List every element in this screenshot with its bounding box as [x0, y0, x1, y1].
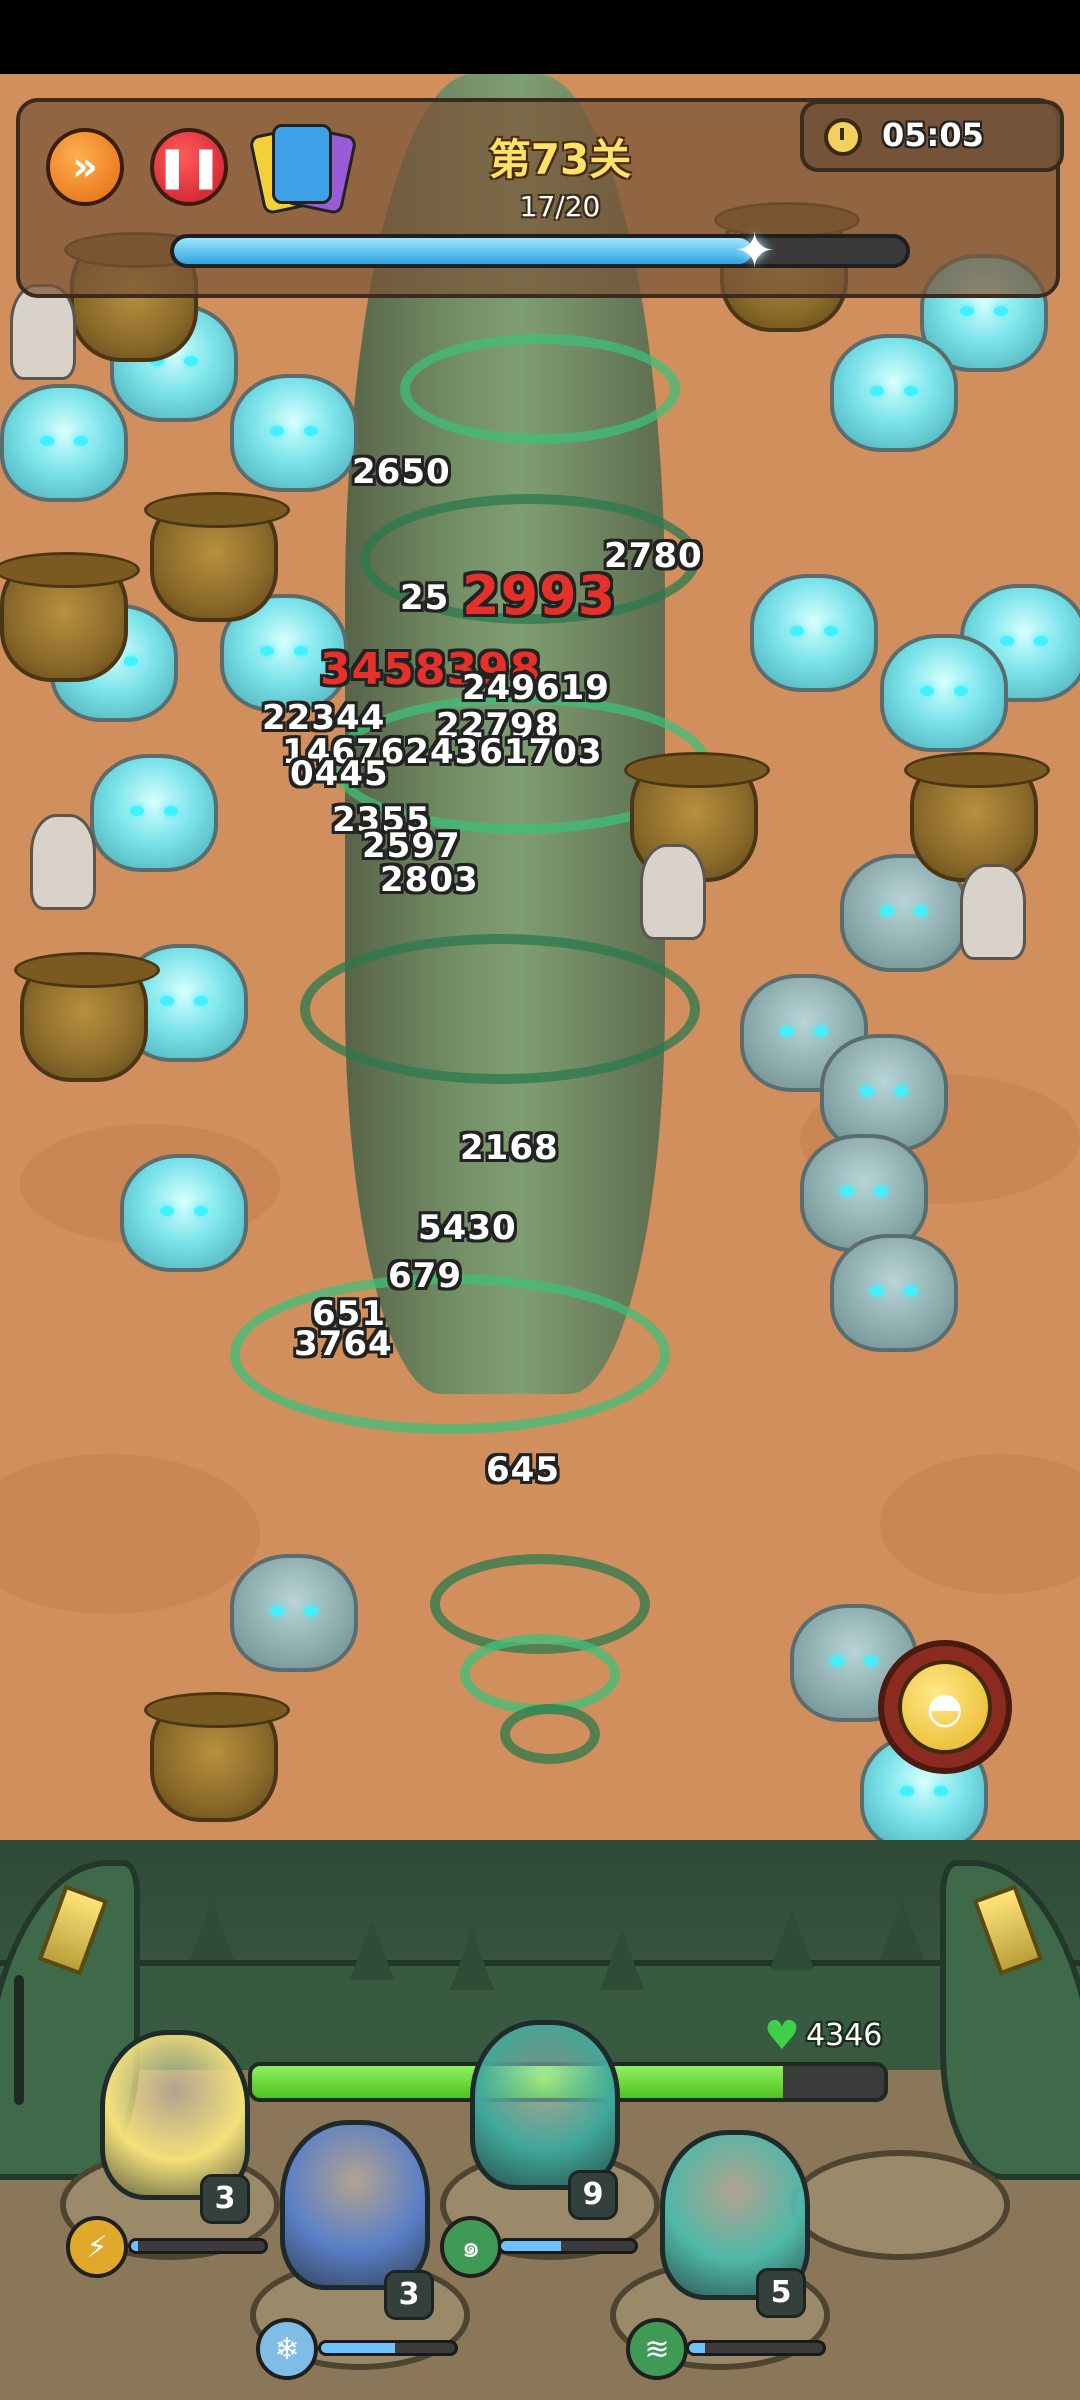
wave-progress-bar	[170, 234, 910, 268]
crystal-golem-enemy	[0, 384, 128, 502]
wall-thorn	[190, 1900, 234, 1960]
crystal-golem-enemy	[880, 634, 1008, 752]
side-swipe-handle[interactable]	[14, 1975, 24, 2105]
damage-number: 25	[400, 578, 450, 618]
level-title: 第73关	[488, 135, 632, 184]
damage-number: 2803	[380, 860, 479, 900]
hero-energy-bar	[318, 2340, 458, 2356]
stone-golem-enemy	[230, 1554, 358, 1672]
bandit-enemy	[14, 952, 160, 1082]
timer-text: 05:05	[882, 116, 984, 154]
pause-icon: ❚❚	[155, 144, 223, 190]
hero-level-badge: 9	[568, 2170, 618, 2220]
hero-level-badge: 3	[200, 2174, 250, 2224]
hero-wind-spirit[interactable]	[470, 2020, 620, 2190]
bandit-enemy	[904, 752, 1050, 882]
crystal-golem-enemy	[120, 1154, 248, 1272]
hero-energy-fill	[131, 2241, 138, 2251]
mini-tornado	[460, 1634, 620, 1714]
wall-thorn	[450, 1930, 494, 1990]
damage-number: 5430	[418, 1208, 517, 1248]
hero-energy-bar	[498, 2238, 638, 2254]
hero-energy-fill	[321, 2343, 395, 2353]
damage-number: 2650	[352, 452, 451, 492]
pudding-button[interactable]: ◓	[878, 1640, 1012, 1774]
stone-golem-enemy	[830, 1234, 958, 1352]
skill-cards-icon	[272, 124, 332, 204]
wall-thorn	[880, 1900, 924, 1960]
damage-number: 2168	[460, 1128, 559, 1168]
skeleton-enemy	[30, 814, 96, 910]
hero-energy-bar	[128, 2238, 268, 2254]
damage-number: 645	[486, 1450, 560, 1490]
skill-cards-button[interactable]	[248, 124, 358, 216]
sparkle-icon: ✦	[734, 223, 775, 279]
hero-level-badge: 5	[756, 2268, 806, 2318]
hero-energy-fill	[689, 2343, 706, 2353]
pudding-icon: ◓	[898, 1660, 992, 1754]
top-hud-panel: » ❚❚ 第73关 17/20 ✦ 05:05	[16, 98, 1064, 298]
lightning-icon[interactable]: ⚡	[66, 2216, 128, 2278]
bandit-enemy	[0, 552, 140, 682]
hero-dock: ♥ 4346 3 ⚡ 3 ❄ 9 ๑ 5 ≋	[0, 1840, 1080, 2400]
tornado-icon[interactable]: ๑	[440, 2216, 502, 2278]
empty-hero-pedestal[interactable]	[790, 2150, 1010, 2260]
wall-thorn	[770, 1910, 814, 1970]
damage-number: 2780	[604, 536, 703, 576]
speed-toggle-button[interactable]: »	[46, 128, 124, 206]
battlefield: 2650 2780 2993 25 3458398 249619 22344 2…	[0, 74, 1080, 1894]
crystal-golem-enemy	[830, 334, 958, 452]
skeleton-enemy	[960, 864, 1026, 960]
damage-number: 0445	[290, 754, 389, 794]
hero-energy-fill	[501, 2241, 562, 2251]
ground-patch	[0, 1454, 260, 1614]
hero-ice-knight[interactable]	[280, 2120, 430, 2290]
clock-icon	[824, 118, 862, 156]
stone-golem-enemy	[820, 1034, 948, 1152]
wave-progress-fill	[174, 238, 753, 264]
bandit-enemy	[144, 1692, 290, 1822]
hero-energy-bar	[686, 2340, 826, 2356]
wall-thorn	[600, 1930, 644, 1990]
crystal-golem-enemy	[90, 754, 218, 872]
mini-tornado	[500, 1704, 600, 1764]
ground-patch	[880, 1454, 1080, 1594]
ice-crystal-icon[interactable]: ❄	[256, 2318, 318, 2380]
tornado-swirl	[300, 934, 700, 1084]
fast-forward-icon: »	[72, 144, 98, 190]
heart-icon: ♥	[764, 2013, 800, 2059]
skeleton-enemy	[640, 844, 706, 940]
damage-number: 679	[388, 1256, 462, 1296]
tornado-swirl	[400, 334, 680, 444]
timer-panel: 05:05	[800, 100, 1064, 172]
whirlwind-icon[interactable]: ≋	[626, 2318, 688, 2380]
hero-level-badge: 3	[384, 2270, 434, 2320]
wall-thorn	[350, 1920, 394, 1980]
wave-counter: 17/20	[519, 190, 601, 223]
damage-number: 249619	[462, 668, 610, 708]
crystal-golem-enemy	[750, 574, 878, 692]
bandit-enemy	[144, 492, 290, 622]
base-hp-value: 4346	[806, 2018, 883, 2053]
damage-number: 3764	[294, 1324, 393, 1364]
skeleton-enemy	[10, 284, 76, 380]
pause-button[interactable]: ❚❚	[150, 128, 228, 206]
crystal-golem-enemy	[230, 374, 358, 492]
damage-number-crit: 2993	[462, 564, 617, 627]
system-status-bar	[0, 0, 1080, 74]
